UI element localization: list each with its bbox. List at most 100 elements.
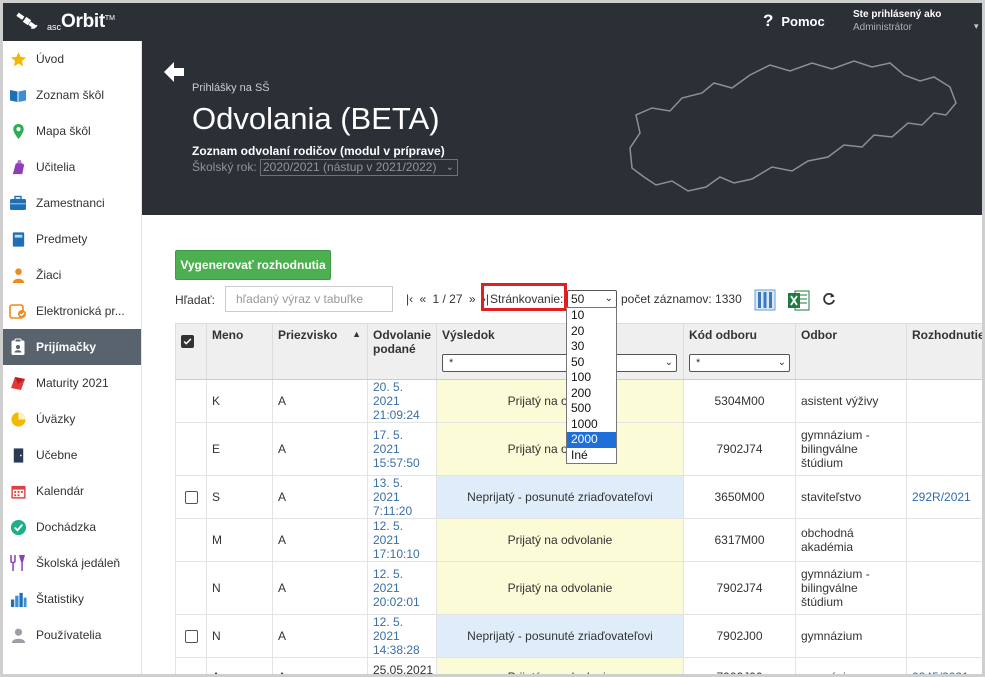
header-meno[interactable]: Meno <box>206 324 273 380</box>
table-row[interactable]: AA25.05.202109:42:39Prijatý na odvolanie… <box>175 657 982 674</box>
cell-rozhodnutie[interactable]: 0245/2021 <box>906 657 982 674</box>
refresh-icon[interactable] <box>822 292 836 306</box>
columns-icon[interactable] <box>754 289 776 311</box>
header-odvolanie[interactable]: Odvolanie podané <box>367 324 437 380</box>
paging-option[interactable]: 20 <box>567 324 616 340</box>
sidebar-item-3[interactable]: Mapa škôl <box>3 113 141 149</box>
appeal-date: 20. 5. 2021 <box>373 379 404 408</box>
sort-asc-icon: ▲ <box>352 329 361 339</box>
chevron-down-icon: ⌄ <box>445 162 454 173</box>
table-row[interactable]: N A 12. 5. 2021 20:02:01 Prijatý na odvolani… <box>175 561 982 615</box>
sidebar-item-17[interactable]: Používatelia <box>3 617 141 653</box>
row-checkbox[interactable] <box>184 629 198 643</box>
cell-priezvisko: A <box>272 379 368 423</box>
graduation-icon <box>9 374 27 392</box>
cell-rozhodnutie <box>906 518 982 562</box>
sidebar-item-15[interactable]: Školská jedáleň <box>3 545 141 581</box>
paging-option[interactable]: 2000 <box>567 432 616 448</box>
user-role: Administrátor <box>853 22 912 33</box>
table-row[interactable]: S A 13. 5. 2021 7:11:20 Neprijatý - posunuté… <box>175 475 982 519</box>
paging-option[interactable]: 50 <box>567 355 616 371</box>
sidebar-item-10[interactable]: Maturity 2021 <box>3 365 141 401</box>
sidebar-item-9[interactable]: Prijímačky <box>3 329 141 365</box>
paging-option[interactable]: 100 <box>567 370 616 386</box>
cell-meno: A <box>206 657 273 674</box>
e-application-icon <box>9 302 27 320</box>
sidebar-item-13[interactable]: Kalendár <box>3 473 141 509</box>
excel-export-icon[interactable] <box>788 290 810 311</box>
code-filter-select[interactable]: * ⌄ <box>689 354 790 372</box>
paging-option[interactable]: Iné <box>567 448 616 464</box>
header-priezvisko[interactable]: Priezvisko ▲ <box>272 324 368 380</box>
paging-option[interactable]: 500 <box>567 401 616 417</box>
student-icon <box>9 266 27 284</box>
sidebar-item-7[interactable]: Žiaci <box>3 257 141 293</box>
sidebar-item-8[interactable]: Elektronická pr... <box>3 293 141 329</box>
paging-option[interactable]: 10 <box>567 308 616 324</box>
pager-first-button[interactable]: |‹ <box>406 292 413 306</box>
sidebar-item-label: Žiaci <box>36 268 62 282</box>
paging-select[interactable]: 50 ⌄ <box>567 290 617 308</box>
user-menu[interactable]: Ste prihlásený ako Administrátor <box>853 8 941 34</box>
back-arrow-icon[interactable] <box>161 59 187 85</box>
select-all-checkbox[interactable] <box>181 335 194 349</box>
result-filter-select[interactable]: * ⌄ <box>442 354 677 372</box>
app-logo[interactable]: asc Orbit TM <box>15 7 115 37</box>
chevron-down-icon[interactable]: ▾ <box>974 21 979 32</box>
sidebar-item-11[interactable]: Úväzky <box>3 401 141 437</box>
breadcrumb[interactable]: Prihlášky na SŠ <box>192 82 270 94</box>
paging-option[interactable]: 30 <box>567 339 616 355</box>
table-row[interactable]: N A 12. 5. 2021 14:38:28 Neprijatý - posunut… <box>175 614 982 658</box>
header-vysledok[interactable]: Výsledok * ⌄ <box>436 324 684 380</box>
cell-kod: 6317M00 <box>683 518 796 562</box>
search-input[interactable] <box>225 286 393 312</box>
sidebar-item-6[interactable]: Predmety <box>3 221 141 257</box>
sidebar-item-5[interactable]: Zamestnanci <box>3 185 141 221</box>
header-odbor[interactable]: Odbor <box>795 324 907 380</box>
appeal-date: 12. 5. 2021 <box>373 614 404 643</box>
appeal-time: 17:10:10 <box>373 546 420 561</box>
sidebar-item-14[interactable]: Dochádzka <box>3 509 141 545</box>
cell-odvolanie[interactable]: 12. 5. 2021 14:38:28 <box>367 614 437 658</box>
cell-select[interactable] <box>175 475 207 519</box>
calendar-icon <box>9 482 27 500</box>
sidebar-item-2[interactable]: Zoznam škôl <box>3 77 141 113</box>
appeal-date: 12. 5. 2021 <box>373 518 404 547</box>
sidebar-item-1[interactable]: Úvod <box>3 41 141 77</box>
cell-odvolanie[interactable]: 17. 5. 2021 15:57:50 <box>367 422 437 476</box>
school-year-select[interactable]: 2020/2021 (nástup v 2021/2022) ⌄ <box>260 159 458 176</box>
header-select-all[interactable] <box>175 324 207 380</box>
cell-select <box>175 657 207 674</box>
generate-decisions-button[interactable]: Vygenerovať rozhodnutia <box>175 250 331 280</box>
appeal-date: 17. 5. 2021 <box>373 427 404 456</box>
cell-vysledok: Neprijatý - posunuté zriaďovateľovi <box>436 614 684 658</box>
pager-prev-button[interactable]: « <box>419 292 426 306</box>
cell-odvolanie[interactable]: 12. 5. 2021 20:02:01 <box>367 561 437 615</box>
paging-option[interactable]: 1000 <box>567 417 616 433</box>
sidebar-item-12[interactable]: Učebne <box>3 437 141 473</box>
cell-odvolanie[interactable]: 12. 5. 2021 17:10:10 <box>367 518 437 562</box>
paging-option[interactable]: 200 <box>567 386 616 402</box>
header-rozhodnutie[interactable]: Rozhodnutie <box>906 324 982 380</box>
header-kod[interactable]: Kód odboru * ⌄ <box>683 324 796 380</box>
paging-dropdown-list: 10 20 30 50 100 200 500 1000 2000 Iné <box>566 307 617 464</box>
sidebar-item-label: Úväzky <box>36 412 76 426</box>
cell-vysledok: Prijatý na odvolanie <box>436 379 684 423</box>
cell-odvolanie[interactable]: 13. 5. 2021 7:11:20 <box>367 475 437 519</box>
sidebar-item-16[interactable]: Štatistiky <box>3 581 141 617</box>
cell-odvolanie[interactable]: 20. 5. 2021 21:09:24 <box>367 379 437 423</box>
help-button[interactable]: ? Pomoc <box>763 11 825 31</box>
pager-next-button[interactable]: » <box>469 292 476 306</box>
cell-priezvisko: A <box>272 475 368 519</box>
teacher-icon <box>9 158 27 176</box>
cell-odbor: gymnázium <box>795 614 907 658</box>
sidebar-item-4[interactable]: Učitelia <box>3 149 141 185</box>
pager: |‹ « 1 / 27 » ›| <box>406 292 492 306</box>
row-checkbox[interactable] <box>184 490 198 504</box>
appeal-time: 14:38:28 <box>373 642 420 657</box>
sidebar-item-label: Úvod <box>36 52 65 66</box>
sidebar-item-label: Používatelia <box>36 628 102 642</box>
cell-select[interactable] <box>175 614 207 658</box>
table-row[interactable]: M A 12. 5. 2021 17:10:10 Prijatý na odvolani… <box>175 518 982 562</box>
cell-rozhodnutie[interactable]: 292R/2021 <box>906 475 982 519</box>
